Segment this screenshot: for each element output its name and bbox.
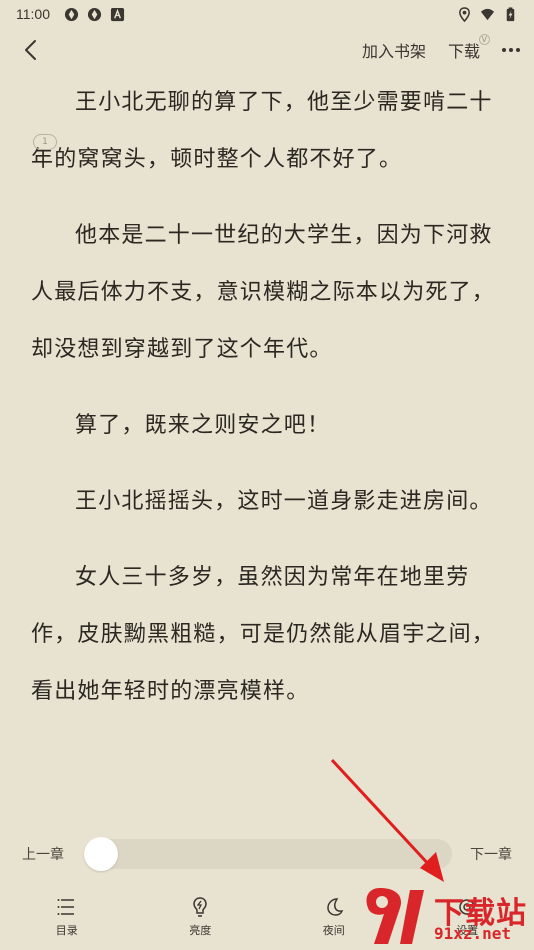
download-button[interactable]: 下载 V [447,34,490,62]
status-time: 11:00 [16,6,50,22]
moon-icon [326,898,343,916]
status-system-icons [457,6,518,22]
site-watermark: 下载站 91xz.net [360,882,534,950]
next-chapter-button[interactable]: 下一章 [470,844,512,864]
location-icon [459,6,470,22]
app-notification-icon [64,7,79,21]
nav-label: 夜间 [322,924,345,937]
more-options-button[interactable] [502,48,520,52]
wifi-icon [480,8,495,20]
slider-thumb[interactable] [84,837,118,871]
paragraph: 王小北摇摇头，这时一道身影走进房间。 [75,489,493,514]
more-dot-icon [516,48,520,52]
status-notification-icons [64,7,125,22]
paragraph-comment-badge[interactable]: 1 [33,134,57,150]
nav-label: 亮度 [189,924,212,937]
watermark-url: 91xz.net [434,924,512,943]
chevron-left-icon [25,40,36,60]
list-icon [57,899,74,915]
more-dot-icon [502,48,506,52]
nav-item-brightness[interactable]: 亮度 [160,896,240,938]
font-a-icon [110,7,125,21]
more-dot-icon [509,48,513,52]
paragraph: 他本是二十一世纪的大学生，因为下河救人最后体力不支，意识模糊之际本以为死了，却没… [31,223,496,362]
back-button[interactable] [18,38,42,62]
watermark-logo-icon [366,888,424,944]
brightness-icon [193,897,208,917]
top-actions: 加入书架 下载 V [362,34,520,62]
paragraph: 王小北无聊的算了下，他至少需要啃二十年的窝窝头，顿时整个人都不好了。 [31,90,493,172]
download-label: 下载 [447,42,480,61]
paragraph: 算了，既来之则安之吧！ [75,413,331,438]
app-notification-icon-2 [87,7,102,21]
download-vip-badge: V [478,34,490,45]
nav-item-catalog[interactable]: 目录 [27,896,107,938]
reader-top-bar: 加入书架 下载 V [0,30,534,70]
reading-content[interactable]: 王小北无聊的算了下，他至少需要啃二十年的窝窝头，顿时整个人都不好了。 他本是二十… [0,74,534,814]
chapter-progress-slider[interactable] [84,837,452,871]
status-bar: 11:00 [0,0,534,28]
prev-chapter-button[interactable]: 上一章 [22,844,64,864]
paragraph: 女人三十多岁，虽然因为常年在地里劳作，皮肤黝黑粗糙，可是仍然能从眉宇之间，看出她… [31,565,496,704]
battery-icon [506,6,515,21]
chapter-progress-row: 上一章 下一章 [0,836,534,872]
nav-label: 目录 [55,924,78,937]
add-to-shelf-button[interactable]: 加入书架 [362,38,426,62]
